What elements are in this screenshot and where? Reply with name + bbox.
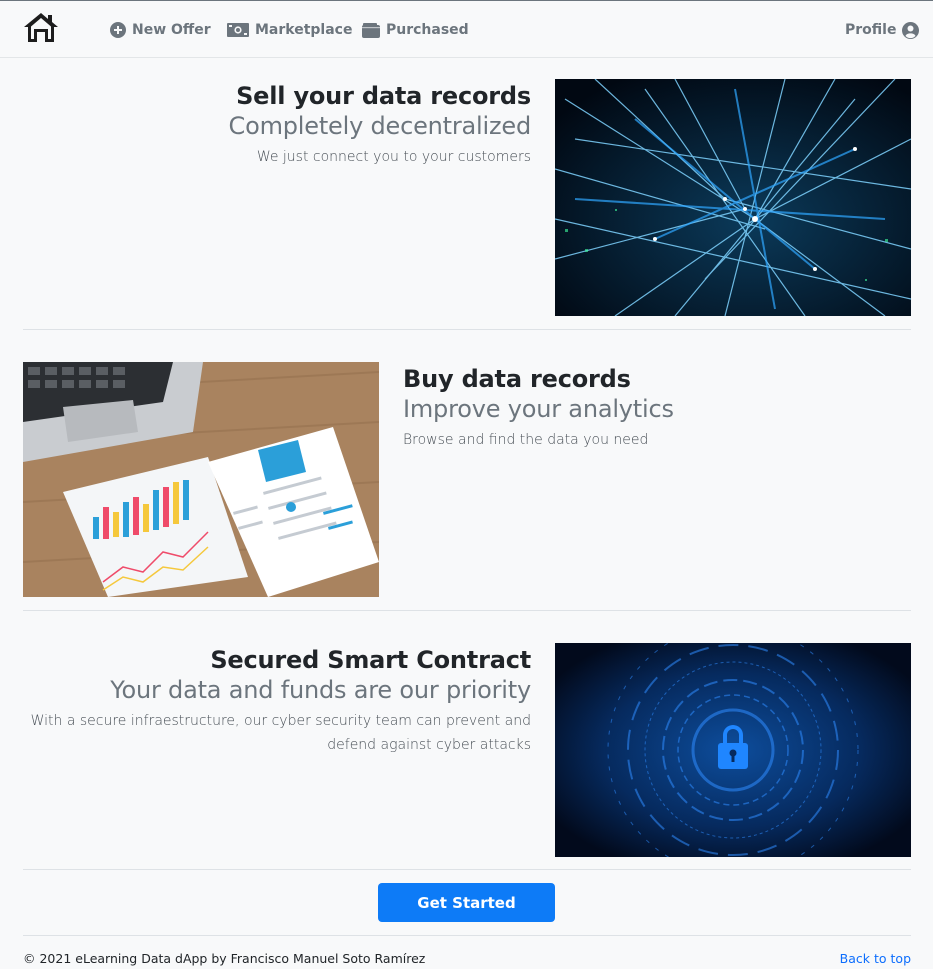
nav-profile-label: Profile bbox=[845, 22, 897, 38]
section-sell-description: We just connect you to your customers bbox=[256, 149, 531, 165]
nav-new-offer-label: New Offer bbox=[132, 22, 211, 38]
money-bill-icon bbox=[227, 23, 249, 37]
section-security-description-line2: defend against cyber attacks bbox=[327, 737, 531, 753]
network-lines-image bbox=[555, 79, 911, 316]
section-security-description-line1: With a secure infraestructure, our cyber… bbox=[30, 713, 531, 729]
divider bbox=[23, 610, 911, 611]
section-buy-heading: Buy data records bbox=[403, 365, 631, 393]
section-security: Secured Smart Contract Your data and fun… bbox=[11, 645, 532, 757]
nav-purchased[interactable]: Purchased bbox=[362, 20, 469, 40]
nav-new-offer[interactable]: New Offer bbox=[110, 20, 211, 40]
get-started-button[interactable]: Get Started bbox=[378, 883, 555, 922]
home-icon[interactable] bbox=[23, 11, 59, 43]
section-security-heading: Secured Smart Contract bbox=[210, 646, 531, 674]
section-sell-heading: Sell your data records bbox=[236, 82, 531, 110]
navbar: New Offer Marketplace Purchased Profile bbox=[0, 1, 933, 58]
section-security-description: With a secure infraestructure, our cyber… bbox=[11, 709, 531, 757]
nav-marketplace[interactable]: Marketplace bbox=[227, 20, 352, 40]
plus-circle-icon bbox=[110, 22, 126, 38]
section-buy: Buy data records Improve your analytics … bbox=[403, 364, 903, 452]
section-sell: Sell your data records Completely decent… bbox=[31, 81, 532, 169]
divider bbox=[23, 869, 911, 870]
nav-profile[interactable]: Profile bbox=[845, 20, 920, 40]
cyber-lock-image bbox=[555, 643, 911, 857]
back-to-top-link[interactable]: Back to top bbox=[840, 951, 911, 966]
user-circle-icon bbox=[902, 21, 920, 39]
divider bbox=[23, 329, 911, 330]
section-security-subheading: Your data and funds are our priority bbox=[110, 676, 531, 704]
footer-copyright: © 2021 eLearning Data dApp by Francisco … bbox=[23, 951, 426, 966]
wallet-icon bbox=[362, 22, 380, 38]
section-buy-subheading: Improve your analytics bbox=[403, 395, 674, 423]
section-sell-subheading: Completely decentralized bbox=[228, 112, 532, 140]
divider bbox=[23, 935, 911, 936]
nav-purchased-label: Purchased bbox=[386, 22, 469, 38]
analytics-reports-laptop-image bbox=[23, 362, 379, 597]
nav-marketplace-label: Marketplace bbox=[255, 22, 353, 38]
section-buy-description: Browse and find the data you need bbox=[403, 432, 649, 448]
